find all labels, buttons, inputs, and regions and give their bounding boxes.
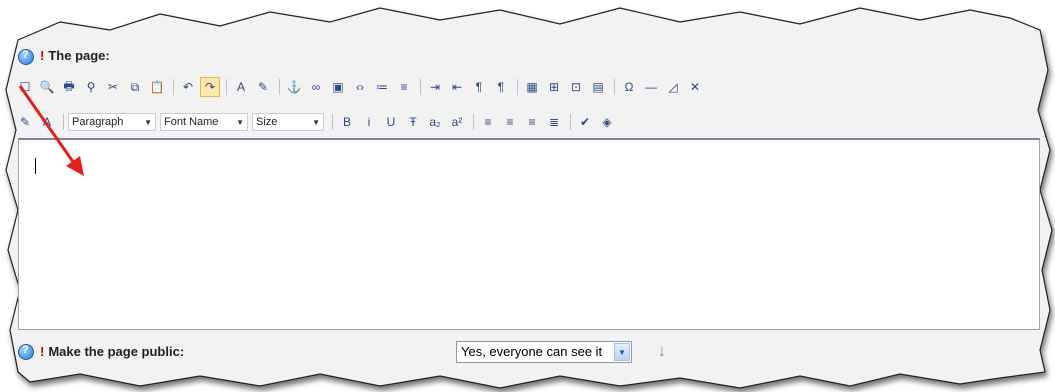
eraser-icon[interactable]: ◿ bbox=[663, 77, 683, 97]
grid-icon[interactable]: ⊡ bbox=[566, 77, 586, 97]
subscript-icon[interactable]: a₂ bbox=[425, 112, 445, 132]
special-char-icon[interactable]: Ω bbox=[619, 77, 639, 97]
horizontal-rule-icon[interactable]: — bbox=[641, 77, 661, 97]
align-left-icon[interactable]: ≡ bbox=[478, 112, 498, 132]
italic-icon[interactable]: i bbox=[359, 112, 379, 132]
chevron-down-icon: ▼ bbox=[312, 117, 320, 127]
highlight-icon[interactable]: ✎ bbox=[253, 77, 273, 97]
toolbar-separator bbox=[473, 114, 474, 130]
toolbar-separator bbox=[517, 79, 518, 95]
cut-icon[interactable]: ✂ bbox=[103, 77, 123, 97]
plugin-icon[interactable]: ◈ bbox=[597, 112, 617, 132]
font-name-select[interactable]: Font Name ▼ bbox=[160, 113, 248, 131]
underline-icon[interactable]: U bbox=[381, 112, 401, 132]
chevron-down-icon: ▼ bbox=[236, 117, 244, 127]
strikethrough-icon[interactable]: Ŧ bbox=[403, 112, 423, 132]
public-visibility-value: Yes, everyone can see it bbox=[461, 344, 603, 359]
public-label-text: Make the page public: bbox=[48, 344, 185, 359]
required-mark: ! bbox=[40, 48, 45, 63]
toolbar-separator bbox=[614, 79, 615, 95]
page-label-text: The page: bbox=[48, 48, 110, 63]
anchor-icon[interactable]: ⚓ bbox=[284, 77, 304, 97]
text-color-icon[interactable]: A bbox=[231, 77, 251, 97]
unordered-list-icon[interactable]: ≡ bbox=[394, 77, 414, 97]
size-select-label: Size bbox=[256, 116, 278, 128]
help-icon[interactable] bbox=[18, 49, 34, 65]
chevron-down-icon[interactable]: ▼ bbox=[614, 343, 630, 361]
image-icon[interactable]: ▣ bbox=[328, 77, 348, 97]
rtl-icon[interactable]: ¶ bbox=[491, 77, 511, 97]
public-visibility-select[interactable]: Yes, everyone can see it ▼ bbox=[456, 341, 632, 363]
bold-icon[interactable]: B bbox=[337, 112, 357, 132]
source-icon[interactable]: ‹› bbox=[350, 77, 370, 97]
required-mark-public: ! bbox=[40, 344, 45, 359]
redo-icon[interactable]: ↷ bbox=[200, 77, 220, 97]
link-icon[interactable]: ∞ bbox=[306, 77, 326, 97]
ltr-icon[interactable]: ¶ bbox=[469, 77, 489, 97]
indent-icon[interactable]: ⇥ bbox=[425, 77, 445, 97]
move-down-icon[interactable]: ↓ bbox=[658, 343, 666, 361]
public-field-label: ! Make the page public: bbox=[40, 344, 184, 359]
editor-toolbar-row-2: ✎AParagraph▼Font Name▼Size▼BiUŦa₂a²≡≡≡≣✔… bbox=[15, 110, 619, 134]
chevron-down-icon: ▼ bbox=[144, 117, 152, 127]
undo-icon[interactable]: ↶ bbox=[178, 77, 198, 97]
spellcheck-icon[interactable]: ✔ bbox=[575, 112, 595, 132]
help-icon-public[interactable] bbox=[18, 344, 34, 360]
copy-icon[interactable]: ⧉ bbox=[125, 77, 145, 97]
layer-icon[interactable]: ▤ bbox=[588, 77, 608, 97]
toolbar-separator bbox=[570, 114, 571, 130]
toolbar-separator bbox=[226, 79, 227, 95]
toolbar-separator bbox=[279, 79, 280, 95]
align-right-icon[interactable]: ≡ bbox=[522, 112, 542, 132]
superscript-icon[interactable]: a² bbox=[447, 112, 467, 132]
paste-icon[interactable]: 📋 bbox=[147, 77, 167, 97]
outdent-icon[interactable]: ⇤ bbox=[447, 77, 467, 97]
rich-text-editor-area[interactable] bbox=[18, 138, 1040, 330]
toolbar-separator bbox=[332, 114, 333, 130]
table-edit-icon[interactable]: ⊞ bbox=[544, 77, 564, 97]
editor-toolbar-row-1: ☐ 🔍 🖶 ⚲ ✂ ⧉ 📋 ↶ ↷ A ✎ ⚓ ∞ ▣ ‹› ≔ ≡ ⇥ ⇤ ¶ ¶ ▦ ⊞ ⊡ ▤ Ω — ◿ ✕ bbox=[15, 75, 707, 99]
font-name-select-label: Font Name bbox=[164, 116, 219, 128]
justify-icon[interactable]: ≣ bbox=[544, 112, 564, 132]
table-icon[interactable]: ▦ bbox=[522, 77, 542, 97]
page-field-label: ! The page: bbox=[40, 48, 110, 63]
toolbar-separator bbox=[173, 79, 174, 95]
size-select[interactable]: Size ▼ bbox=[252, 113, 324, 131]
red-arrow-annotation bbox=[18, 85, 84, 176]
toolbar-separator bbox=[420, 79, 421, 95]
delete-icon[interactable]: ✕ bbox=[685, 77, 705, 97]
align-center-icon[interactable]: ≡ bbox=[500, 112, 520, 132]
ordered-list-icon[interactable]: ≔ bbox=[372, 77, 392, 97]
